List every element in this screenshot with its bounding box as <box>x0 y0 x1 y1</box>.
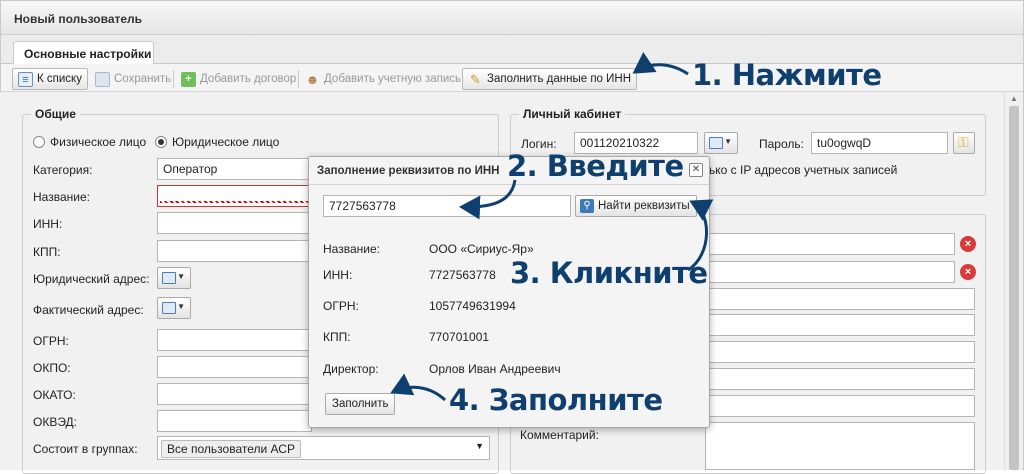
remove-icon[interactable]: × <box>960 236 976 252</box>
dialog-ogrn-value: 1057749631994 <box>429 299 516 313</box>
general-legend: Общие <box>31 107 80 121</box>
key-icon: ⚿ <box>958 134 969 150</box>
annotation-step4: 4. Заполните <box>449 383 663 417</box>
contact-field-7[interactable] <box>705 395 975 417</box>
category-label: Категория: <box>33 163 93 177</box>
radio-legal[interactable] <box>155 136 167 148</box>
generate-password-button[interactable]: ⚿ <box>953 132 975 154</box>
dialog-director-value: Орлов Иван Андреевич <box>429 362 561 376</box>
dialog-name-label: Название: <box>323 242 380 256</box>
groups-label: Состоит в группах: <box>33 442 138 456</box>
password-label: Пароль: <box>759 137 804 151</box>
add-account-label: Добавить учетную запись <box>324 73 462 85</box>
actual-address-button[interactable]: ▼ <box>157 297 191 319</box>
address-card-icon <box>162 302 176 314</box>
add-contract-icon: + <box>181 72 196 87</box>
dialog-inn-value: 7727563778 <box>429 268 496 282</box>
login-options-button[interactable]: ▼ <box>704 132 738 154</box>
window-title: Новый пользователь <box>14 12 143 26</box>
okpo-label: ОКПО: <box>33 361 71 375</box>
dialog-inn-label: ИНН: <box>323 268 353 282</box>
save-button[interactable]: Сохранить <box>89 68 177 90</box>
radio-physical[interactable] <box>33 136 45 148</box>
dialog-director-label: Директор: <box>323 362 379 376</box>
dialog-title: Заполнение реквизитов по ИНН <box>317 165 500 177</box>
dialog-kpp-label: КПП: <box>323 330 351 344</box>
legal-address-label: Юридический адрес: <box>33 272 150 286</box>
group-tag[interactable]: Все пользователи АСР <box>161 440 301 458</box>
inn-field[interactable] <box>157 212 312 234</box>
name-field[interactable] <box>157 185 312 207</box>
contact-field-3[interactable] <box>705 288 975 310</box>
annotation-step1: 1. Нажмите <box>692 58 882 92</box>
address-card-icon <box>709 137 723 149</box>
annotation-step3: 3. Кликните <box>510 256 708 290</box>
dialog-ogrn-label: ОГРН: <box>323 299 359 313</box>
dialog-name-value: ООО «Сириус-Яр» <box>429 242 534 256</box>
okato-label: ОКАТО: <box>33 388 76 402</box>
contact-field-5[interactable] <box>705 341 975 363</box>
save-icon <box>95 72 110 87</box>
annotation-step2: 2. Введите <box>507 149 684 183</box>
contact-field-2[interactable] <box>705 261 955 283</box>
chevron-down-icon: ▼ <box>177 302 185 311</box>
okato-field[interactable] <box>157 383 312 405</box>
contact-field-4[interactable] <box>705 314 975 336</box>
add-account-icon: ☻ <box>305 72 320 87</box>
scroll-up-icon[interactable]: ▲ <box>1010 94 1018 103</box>
kpp-label: КПП: <box>33 245 61 259</box>
contact-field-6[interactable] <box>705 368 975 390</box>
ogrn-field[interactable] <box>157 329 312 351</box>
contact-field-1[interactable] <box>705 233 955 255</box>
chevron-down-icon: ▼ <box>475 441 484 451</box>
dialog-kpp-value: 770701001 <box>429 330 490 344</box>
comment-label: Комментарий: <box>520 428 599 442</box>
kpp-field[interactable] <box>157 240 312 262</box>
okpo-field[interactable] <box>157 356 312 378</box>
groups-field[interactable]: Все пользователи АСР ▼ <box>157 436 490 460</box>
to-list-button[interactable]: ≡ К списку <box>12 68 88 90</box>
remove-icon[interactable]: × <box>960 264 976 280</box>
address-card-icon <box>162 272 176 284</box>
actual-address-label: Фактический адрес: <box>33 303 144 317</box>
list-icon: ≡ <box>18 72 33 87</box>
radio-legal-label: Юридическое лицо <box>172 135 280 149</box>
password-field[interactable]: tu0ogwqD <box>811 132 948 154</box>
cabinet-legend: Личный кабинет <box>519 107 626 121</box>
fill-by-inn-button[interactable]: ✎ Заполнить данные по ИНН <box>462 68 638 90</box>
add-contract-button[interactable]: + Добавить договор <box>175 68 302 90</box>
save-label: Сохранить <box>114 73 172 85</box>
toolbar-separator <box>173 70 174 88</box>
okved-field[interactable] <box>157 410 312 432</box>
add-account-button[interactable]: ☻ Добавить учетную запись <box>299 68 467 90</box>
ogrn-label: ОГРН: <box>33 334 69 348</box>
find-details-button[interactable]: ⚲ Найти реквизиты <box>575 195 697 217</box>
name-label: Название: <box>33 190 90 204</box>
inn-label: ИНН: <box>33 217 63 231</box>
radio-physical-label: Физическое лицо <box>50 135 147 149</box>
to-list-label: К списку <box>37 73 82 85</box>
category-select[interactable]: Оператор <box>157 158 312 180</box>
wand-icon: ✎ <box>470 72 481 87</box>
comment-field[interactable] <box>705 422 975 470</box>
window-titlebar: Новый пользователь <box>1 1 1023 35</box>
scrollbar[interactable]: ▲ <box>1004 92 1022 470</box>
search-icon: ⚲ <box>580 199 594 213</box>
find-details-label: Найти реквизиты <box>598 200 690 212</box>
okved-label: ОКВЭД: <box>33 415 78 429</box>
legal-address-button[interactable]: ▼ <box>157 267 191 289</box>
chevron-down-icon: ▼ <box>177 272 185 281</box>
add-contract-label: Добавить договор <box>200 73 297 85</box>
ip-note: ько с IP адресов учетных записей <box>709 163 898 177</box>
chevron-down-icon: ▼ <box>724 137 732 146</box>
fill-by-inn-label: Заполнить данные по ИНН <box>487 73 632 85</box>
dialog-inn-input[interactable]: 7727563778 <box>323 195 571 217</box>
tab-main-settings[interactable]: Основные настройки <box>13 41 154 65</box>
close-icon[interactable]: ✕ <box>689 163 703 177</box>
fill-button[interactable]: Заполнить <box>325 393 396 415</box>
scrollbar-thumb[interactable] <box>1009 106 1019 470</box>
